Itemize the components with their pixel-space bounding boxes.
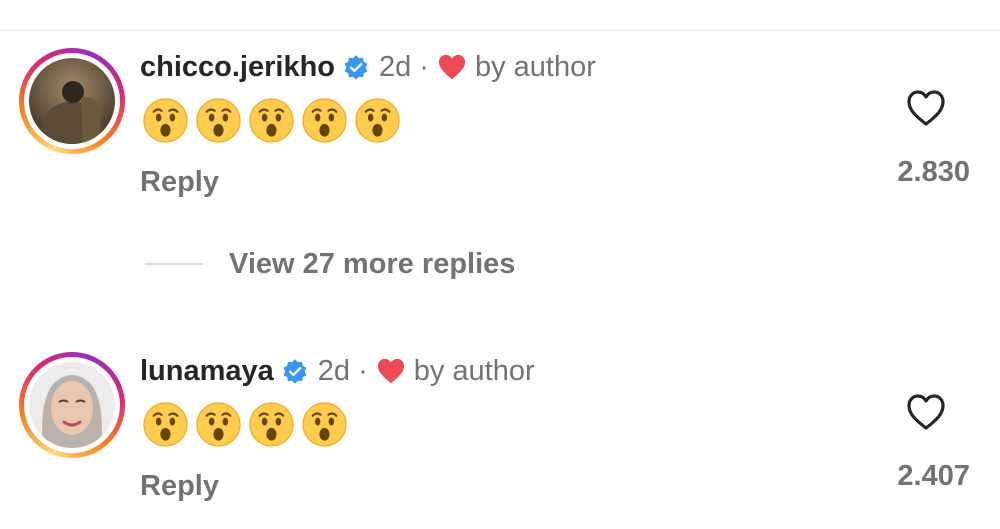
comment-item: chicco.jerikho 2d · by author Reply 2.83…	[0, 40, 1000, 200]
separator-dot: ·	[358, 354, 368, 387]
verified-badge-icon	[344, 55, 368, 80]
username[interactable]: chicco.jerikho	[140, 51, 335, 84]
divider	[0, 30, 1000, 31]
astonished-face-emoji	[196, 402, 241, 447]
comment-time: 2d	[317, 354, 351, 387]
astonished-face-emoji	[302, 98, 347, 143]
replies-divider	[145, 263, 203, 265]
view-more-replies-label: View 27 more replies	[229, 247, 516, 280]
avatar[interactable]	[29, 362, 115, 448]
astonished-face-emoji	[249, 402, 294, 447]
astonished-face-emoji	[302, 402, 347, 447]
separator-dot: ·	[419, 50, 429, 83]
astonished-face-emoji	[196, 98, 241, 143]
view-more-replies-button[interactable]: View 27 more replies	[145, 246, 515, 282]
comment-time: 2d	[379, 50, 412, 83]
story-ring[interactable]	[19, 352, 125, 458]
astonished-face-emoji	[143, 98, 188, 143]
liked-by-author-label: by author	[474, 50, 596, 83]
comment-header: chicco.jerikho 2d · by author	[140, 47, 596, 87]
comment-text	[142, 401, 348, 448]
comment-item: lunamaya 2d · by author Reply 2.407	[0, 344, 1000, 504]
like-heart-icon[interactable]	[905, 392, 947, 432]
comment-header: lunamaya 2d · by author	[140, 351, 535, 391]
username[interactable]: lunamaya	[140, 355, 274, 388]
astonished-face-emoji	[143, 402, 188, 447]
astonished-face-emoji	[249, 98, 294, 143]
comment-text	[142, 97, 401, 144]
verified-badge-icon	[283, 359, 307, 384]
astonished-face-emoji	[355, 98, 400, 143]
story-ring[interactable]	[19, 48, 125, 154]
like-heart-icon[interactable]	[905, 88, 947, 128]
liked-by-author-label: by author	[413, 354, 535, 387]
like-count: 2.407	[897, 460, 970, 492]
avatar[interactable]	[29, 58, 115, 144]
like-count: 2.830	[897, 156, 970, 188]
reply-button[interactable]: Reply	[140, 470, 219, 503]
reply-button[interactable]: Reply	[140, 166, 219, 199]
author-heart-icon	[438, 54, 466, 80]
author-heart-icon	[377, 358, 404, 384]
